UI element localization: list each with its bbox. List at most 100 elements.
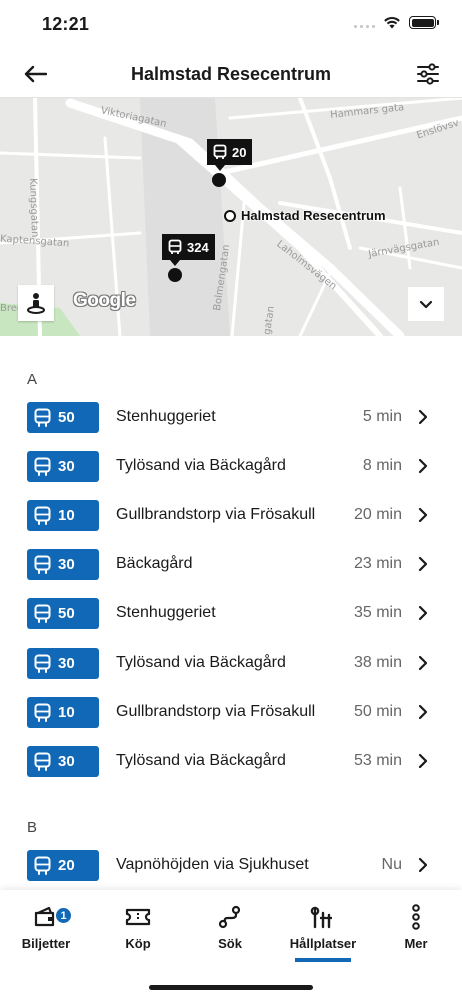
line-badge: 50	[27, 402, 99, 433]
platform-header: B	[27, 819, 38, 836]
departure-time: 38 min	[353, 654, 402, 671]
chevron-right-icon	[418, 704, 428, 720]
destination-label: Stenhuggeriet	[116, 604, 216, 621]
bus-icon	[34, 457, 51, 476]
nav-label: Köp	[125, 936, 151, 951]
nav-label: Biljetter	[21, 936, 71, 951]
status-bar: 12:21	[0, 0, 462, 50]
bus-icon	[213, 144, 227, 159]
street-view-button[interactable]	[18, 285, 54, 321]
destination-label: Bäckagård	[116, 555, 193, 572]
line-number: 30	[58, 655, 75, 672]
chevron-right-icon	[418, 655, 428, 671]
cellular-signal-icon	[354, 18, 375, 28]
bus-icon	[34, 555, 51, 574]
departure-row[interactable]: 30 Tylösand via Bäckagård 53 min	[0, 745, 462, 794]
active-tab-indicator	[295, 958, 351, 962]
departure-time: 35 min	[353, 604, 402, 621]
route-icon	[216, 904, 244, 930]
nav-item-mer[interactable]: Mer	[370, 902, 462, 962]
chevron-right-icon	[418, 556, 428, 572]
line-number: 10	[58, 704, 75, 721]
filter-button[interactable]	[414, 60, 442, 88]
chevron-down-icon	[419, 300, 433, 308]
departure-row[interactable]: 10 Gullbrandstorp via Frösakull 20 min	[0, 499, 462, 548]
destination-label: Tylösand via Bäckagård	[116, 654, 286, 671]
nav-label: Hållplatser	[289, 936, 357, 951]
stop-location-dot[interactable]	[212, 173, 226, 187]
nav-item-sok[interactable]: Sök	[184, 902, 276, 962]
bus-icon	[34, 408, 51, 427]
bus-icon	[34, 506, 51, 525]
app-header: Halmstad Resecentrum	[0, 50, 462, 98]
line-number: 50	[58, 409, 75, 426]
destination-label: Gullbrandstorp via Frösakull	[116, 703, 316, 720]
line-number: 30	[58, 458, 75, 475]
departure-row[interactable]: 30 Bäckagård 23 min	[0, 548, 462, 597]
line-badge: 20	[27, 850, 99, 881]
station-location-icon	[224, 210, 236, 222]
platform-header: A	[27, 371, 38, 388]
line-number: 50	[58, 605, 75, 622]
status-time: 12:21	[42, 14, 90, 34]
battery-icon	[409, 16, 439, 29]
departure-row[interactable]: 30 Tylösand via Bäckagård 8 min	[0, 450, 462, 499]
more-icon	[402, 904, 430, 930]
stop-sign-icon	[309, 904, 337, 930]
departure-time: 8 min	[362, 457, 402, 474]
line-badge: 10	[27, 500, 99, 531]
line-badge: 50	[27, 598, 99, 629]
departure-time: 53 min	[353, 752, 402, 769]
nav-item-biljetter[interactable]: 1 Biljetter	[0, 902, 92, 962]
departure-time: 23 min	[353, 555, 402, 572]
chevron-right-icon	[418, 605, 428, 621]
notification-badge: 1	[55, 907, 72, 924]
destination-label: Vapnöhöjden via Sjukhuset	[116, 856, 309, 873]
destination-label: Tylösand via Bäckagård	[116, 457, 286, 474]
map-view[interactable]: Viktoriagatan Hammars gata Enslövsv Kung…	[0, 98, 462, 336]
stop-line-number: 324	[187, 239, 209, 255]
line-badge: 10	[27, 697, 99, 728]
bus-icon	[34, 604, 51, 623]
page-title: Halmstad Resecentrum	[130, 64, 332, 84]
line-badge: 30	[27, 549, 99, 580]
bus-icon	[34, 856, 51, 875]
line-badge: 30	[27, 451, 99, 482]
chevron-right-icon	[418, 857, 428, 873]
stop-marker[interactable]: 324	[162, 234, 215, 266]
line-number: 30	[58, 753, 75, 770]
chevron-right-icon	[418, 507, 428, 523]
home-indicator	[149, 985, 313, 990]
destination-label: Stenhuggeriet	[116, 408, 216, 425]
line-number: 30	[58, 556, 75, 573]
line-number: 20	[58, 857, 75, 874]
departure-time: 20 min	[353, 506, 402, 523]
departure-time: Nu	[381, 856, 402, 873]
bus-icon	[34, 703, 51, 722]
departure-row[interactable]: 50 Stenhuggeriet 35 min	[0, 597, 462, 646]
departure-row[interactable]: 30 Tylösand via Bäckagård 38 min	[0, 647, 462, 696]
nav-label: Mer	[404, 936, 428, 951]
line-badge: 30	[27, 648, 99, 679]
stop-location-dot[interactable]	[168, 268, 182, 282]
sliders-icon	[417, 63, 439, 85]
ticket-icon	[124, 904, 152, 930]
expand-map-button[interactable]	[408, 287, 444, 321]
departure-time: 5 min	[362, 408, 402, 425]
chevron-right-icon	[418, 753, 428, 769]
nav-item-kop[interactable]: Köp	[92, 902, 184, 962]
pegman-icon	[27, 293, 45, 314]
stop-marker[interactable]: 20	[207, 139, 253, 171]
nav-item-hallplatser[interactable]: Hållplatser	[277, 902, 369, 962]
bottom-navigation: 1 Biljetter Köp Sök Hållplatser Mer	[0, 890, 462, 1000]
departure-row[interactable]: 10 Gullbrandstorp via Frösakull 50 min	[0, 696, 462, 745]
wifi-icon	[384, 16, 400, 29]
nav-label: Sök	[218, 936, 242, 951]
destination-label: Gullbrandstorp via Frösakull	[116, 506, 316, 523]
station-label: Halmstad Resecentrum	[241, 208, 386, 223]
street-label: Kungsgatan	[27, 178, 41, 238]
bus-icon	[168, 239, 182, 254]
chevron-right-icon	[418, 409, 428, 425]
departure-row[interactable]: 50 Stenhuggeriet 5 min	[0, 401, 462, 450]
bus-icon	[34, 654, 51, 673]
